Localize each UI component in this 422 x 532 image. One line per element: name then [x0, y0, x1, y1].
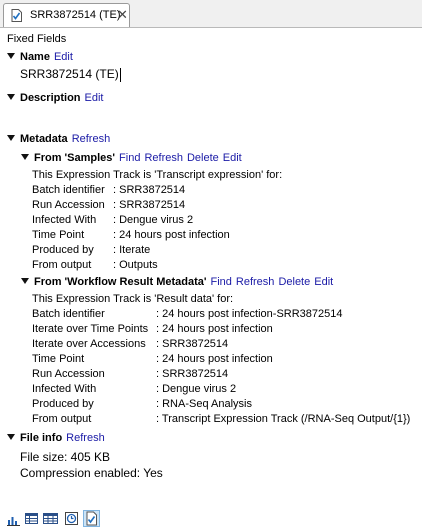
name-edit-link[interactable]: Edit [54, 51, 73, 63]
metadata-field-label: Iterate over Time Points [32, 323, 149, 335]
bar-chart-icon[interactable] [7, 511, 20, 526]
metadata-field-value: : SRR3872514 [156, 368, 229, 380]
workflow-edit-link[interactable]: Edit [314, 276, 333, 288]
metadata-field-value: : SRR3872514 [156, 338, 229, 350]
metadata-heading: Metadata [20, 133, 68, 145]
metadata-field-label: Produced by [32, 398, 94, 410]
collapse-triangle-icon[interactable] [21, 278, 29, 285]
metadata-field-label: Time Point [32, 229, 85, 241]
name-value-text: SRR3872514 (TE) [20, 67, 119, 81]
collapse-triangle-icon[interactable] [7, 434, 15, 441]
fixed-fields-label: Fixed Fields [7, 33, 67, 45]
metadata-field-value: : 24 hours post infection [113, 229, 230, 241]
file-info-heading: File info [20, 432, 63, 444]
document-check-icon [86, 511, 97, 526]
metadata-field-label: From output [32, 413, 92, 425]
samples-intro: This Expression Track is 'Transcript exp… [32, 169, 283, 181]
name-heading: Name [20, 51, 50, 63]
collapse-triangle-icon[interactable] [21, 154, 29, 161]
view-switcher-bar [0, 507, 422, 532]
collapse-triangle-icon[interactable] [7, 53, 15, 60]
element-info-icon[interactable] [83, 510, 100, 527]
history-icon[interactable] [65, 511, 78, 526]
workflow-subsection-header: From 'Workflow Result Metadata' Find Refre… [21, 275, 333, 289]
description-edit-link[interactable]: Edit [85, 92, 104, 104]
text-caret [119, 67, 121, 82]
metadata-field-label: Run Accession [32, 368, 105, 380]
name-value: SRR3872514 (TE) [20, 67, 121, 82]
metadata-field-label: Batch identifier [32, 308, 105, 320]
close-tab-icon[interactable]: ✕ [117, 7, 128, 23]
metadata-field-value: : Dengue virus 2 [156, 383, 237, 395]
name-section-header: Name Edit [7, 50, 73, 64]
metadata-field-value: : Transcript Expression Track (/RNA-Seq … [156, 413, 411, 425]
metadata-field-value: : 24 hours post infection [156, 353, 273, 365]
workflow-find-link[interactable]: Find [211, 276, 232, 288]
metadata-field-label: Infected With [32, 383, 97, 395]
metadata-field-value: : SRR3872514 [113, 184, 186, 196]
samples-subsection-header: From 'Samples' Find Refresh Delete Edit [21, 151, 242, 165]
file-info-section-header: File info Refresh [7, 431, 105, 445]
samples-delete-link[interactable]: Delete [187, 152, 219, 164]
table-icon[interactable] [25, 511, 38, 526]
metadata-field-label: Infected With [32, 214, 97, 226]
workflow-refresh-link[interactable]: Refresh [236, 276, 275, 288]
editor-tab[interactable]: SRR3872514 (TE) ✕ [3, 3, 130, 27]
file-info-refresh-link[interactable]: Refresh [66, 432, 105, 444]
samples-find-link[interactable]: Find [119, 152, 140, 164]
tab-title: SRR3872514 (TE) [30, 9, 121, 21]
metadata-field-label: Iterate over Accessions [32, 338, 146, 350]
workflow-intro: This Expression Track is 'Result data' f… [32, 293, 234, 305]
editor-tab-strip: SRR3872514 (TE) ✕ [0, 0, 422, 28]
metadata-section-header: Metadata Refresh [7, 132, 110, 146]
metadata-field-label: Run Accession [32, 199, 105, 211]
metadata-field-value: : Outputs [113, 259, 158, 271]
description-section-header: Description Edit [7, 91, 103, 105]
file-size: File size: 405 KB [20, 450, 111, 464]
metadata-field-label: Time Point [32, 353, 85, 365]
metadata-refresh-link[interactable]: Refresh [72, 133, 111, 145]
metadata-field-value: : Dengue virus 2 [113, 214, 194, 226]
samples-heading: From 'Samples' [34, 152, 116, 164]
samples-refresh-link[interactable]: Refresh [144, 152, 183, 164]
metadata-field-label: Produced by [32, 244, 94, 256]
metadata-field-value: : SRR3872514 [113, 199, 186, 211]
collapse-triangle-icon[interactable] [7, 94, 15, 101]
metadata-field-value: : 24 hours post infection-SRR3872514 [156, 308, 343, 320]
compression-status: Compression enabled: Yes [20, 466, 163, 480]
metadata-field-value: : 24 hours post infection [156, 323, 273, 335]
grid-table-icon[interactable] [43, 511, 58, 526]
metadata-field-value: : RNA-Seq Analysis [156, 398, 252, 410]
description-heading: Description [20, 92, 81, 104]
workflow-delete-link[interactable]: Delete [278, 276, 310, 288]
workflow-heading: From 'Workflow Result Metadata' [34, 276, 207, 288]
metadata-field-label: Batch identifier [32, 184, 105, 196]
collapse-triangle-icon[interactable] [7, 135, 15, 142]
metadata-field-value: : Iterate [113, 244, 151, 256]
metadata-field-label: From output [32, 259, 92, 271]
samples-edit-link[interactable]: Edit [223, 152, 242, 164]
document-check-icon [11, 9, 22, 22]
